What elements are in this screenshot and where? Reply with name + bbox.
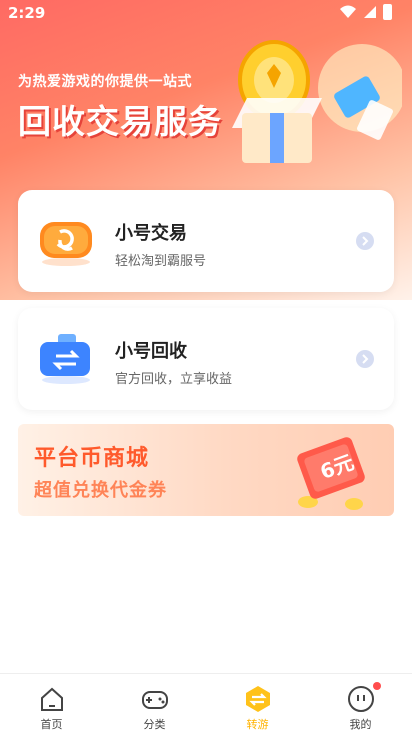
status-bar: 2:29: [0, 0, 412, 26]
gift-box-coin-illustration: [232, 40, 402, 163]
card-account-trade[interactable]: 小号交易 轻松淘到霸服号: [18, 190, 394, 292]
wifi-icon: [340, 5, 356, 18]
tab-label: 我的: [349, 718, 372, 731]
chevron-right-icon[interactable]: [356, 232, 374, 250]
gamepad-icon: [40, 222, 92, 266]
tab-category[interactable]: 分类: [103, 674, 206, 735]
signal-icon: [364, 6, 376, 18]
profile-icon: [347, 686, 374, 712]
battery-icon: [383, 4, 392, 20]
controller-icon: [141, 691, 168, 709]
tab-home[interactable]: 首页: [0, 674, 103, 735]
notification-badge: [372, 682, 381, 690]
coin-mall-banner[interactable]: 平台币商城 超值兑换代金券 6元: [18, 424, 394, 516]
tab-label: 分类: [143, 718, 166, 731]
wallet-icon: [40, 334, 90, 384]
card-title: 小号交易: [115, 223, 187, 244]
banner-title: 平台币商城: [34, 446, 150, 471]
status-time: 2:29: [8, 4, 46, 22]
card-subtitle: 官方回收，立享收益: [115, 372, 233, 387]
card-subtitle: 轻松淘到霸服号: [115, 254, 207, 269]
chevron-right-icon[interactable]: [356, 350, 374, 368]
home-icon: [40, 687, 63, 711]
tab-label: 首页: [40, 718, 63, 731]
card-account-recycle[interactable]: 小号回收 官方回收，立享收益: [18, 308, 394, 410]
hero-title: 回收交易服务: [18, 102, 222, 141]
card-title: 小号回收: [115, 341, 187, 362]
tab-mine[interactable]: 我的: [309, 674, 412, 735]
bottom-tab-bar: 首页 分类 转游 我的: [0, 673, 412, 735]
voucher-ticket-icon: 6元: [297, 437, 365, 510]
tab-transfer[interactable]: 转游: [206, 674, 309, 735]
hero-subtitle: 为热爱游戏的你提供一站式: [18, 74, 192, 90]
banner-subtitle: 超值兑换代金券: [34, 480, 167, 501]
swap-icon: [245, 686, 270, 712]
tab-label: 转游: [246, 718, 269, 731]
